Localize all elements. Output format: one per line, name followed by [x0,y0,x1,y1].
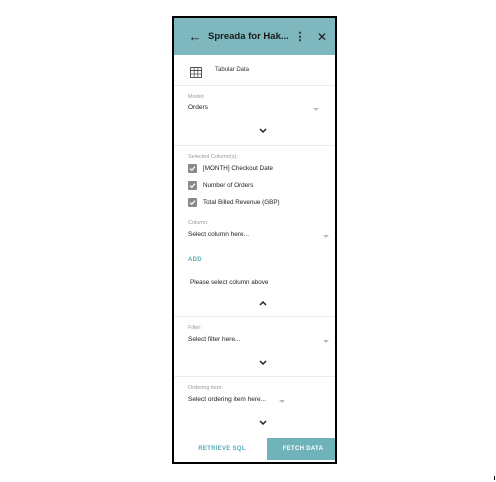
back-arrow-icon[interactable]: ← [182,29,208,44]
retrieve-sql-button[interactable]: RETRIEVE SQL [182,438,262,460]
column-checkbox-label: Total Billed Revenue (GBP) [203,199,280,206]
data-source-label: Tabular Data [215,67,250,73]
selected-columns-label: Selected Column(s): [188,154,238,160]
ordering-dropdown-icon[interactable] [279,400,285,403]
column-checkbox-label: Number of Orders [203,182,254,189]
chevron-up-icon[interactable] [258,299,268,307]
column-checkbox-row[interactable]: Total Billed Revenue (GBP) [188,198,280,207]
checkbox-checked[interactable] [188,181,197,190]
fetch-data-button[interactable]: FETCH DATA [267,438,335,460]
chevron-down-icon[interactable] [258,359,268,367]
checkbox-checked[interactable] [188,164,197,173]
add-column-button[interactable]: ADD [188,257,202,263]
column-hint: Please select column above [190,279,269,286]
divider [174,145,335,146]
table-icon [190,65,202,78]
sidebar-panel: ← Spreada for Hak... ⋮ ✕ Tabular Data Mo… [172,16,337,464]
divider [174,85,335,86]
column-select[interactable]: Select column here... [188,231,249,238]
model-select[interactable]: Orders [188,104,208,111]
filter-dropdown-icon[interactable] [323,340,329,343]
model-label: Model: [188,94,205,100]
checkbox-checked[interactable] [188,198,197,207]
panel-title: Spreada for Hak... [208,31,289,42]
ordering-label: Ordering item: [188,385,223,391]
column-checkbox-row[interactable]: Number of Orders [188,181,253,190]
model-dropdown-icon[interactable] [313,108,319,111]
column-checkbox-label: [MONTH] Checkout Date [203,165,273,172]
divider [174,316,335,317]
panel-header: ← Spreada for Hak... ⋮ ✕ [174,18,335,55]
panel-footer: RETRIEVE SQL FETCH DATA [174,438,335,460]
filter-select[interactable]: Select filter here... [188,336,240,343]
more-vertical-icon[interactable]: ⋮ [293,30,307,43]
divider [174,376,335,377]
stray-mark [494,476,495,480]
column-checkbox-row[interactable]: [MONTH] Checkout Date [188,164,273,173]
filter-label: Filter: [188,325,202,331]
data-source-row[interactable]: Tabular Data [174,58,335,82]
close-icon[interactable]: ✕ [313,30,331,44]
column-label: Column: [188,220,209,226]
chevron-down-icon[interactable] [258,127,268,135]
ordering-select[interactable]: Select ordering item here... [188,396,266,403]
column-dropdown-icon[interactable] [323,235,329,238]
chevron-down-icon[interactable] [258,419,268,427]
